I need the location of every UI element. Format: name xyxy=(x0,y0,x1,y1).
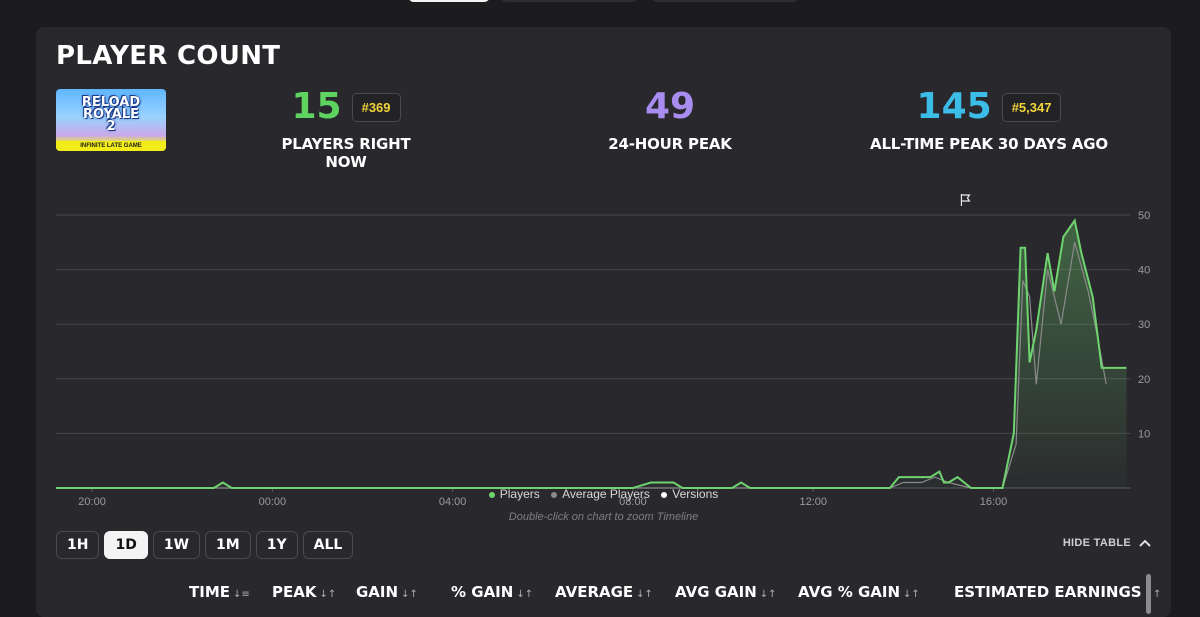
range-button-1h[interactable]: 1H xyxy=(56,531,100,559)
column-header-time[interactable]: TIME ↓≡ xyxy=(189,583,250,601)
peak-24h-value: 49 xyxy=(644,86,696,127)
player-count-chart[interactable]: 10 20 30 40 50 20:00 00:00 04:00 08:00 12:00 16:00 xyxy=(56,182,1161,527)
players-now-label: PLAYERS RIGHT NOW xyxy=(281,135,411,171)
table-column-headers: TIME ↓≡ PEAK ↓↑ GAIN ↓↑ % GAIN ↓↑ AVERAGE ↓↑ … xyxy=(36,583,1171,603)
game-thumbnail[interactable]: RELOAD ROYALE 2 INFINITE LATE GAME xyxy=(56,89,166,151)
chart-legend: Players Average Players Versions xyxy=(36,487,1171,501)
stat-all-time-peak: 145 #5,347 ALL-TIME PEAK 30 DAYS AGO xyxy=(869,86,1109,154)
legend-average-players[interactable]: Average Players xyxy=(551,487,650,501)
thumbnail-subtitle: INFINITE LATE GAME xyxy=(56,141,166,151)
hide-table-label: HIDE TABLE xyxy=(1062,537,1131,549)
chart-svg[interactable]: 102030405020:00 00:00 04:00 08:00 12:00 16:00 xyxy=(56,182,1161,527)
sort-icon: ↓↑ xyxy=(636,589,653,600)
y-tick-label: 40 xyxy=(1138,265,1150,277)
top-tab-1[interactable] xyxy=(408,0,490,2)
all-time-peak-value: 145 xyxy=(916,86,992,127)
all-time-rank-badge: #5,347 xyxy=(1001,92,1062,122)
sort-icon: ↓↑ xyxy=(903,589,920,600)
range-button-all[interactable]: ALL xyxy=(302,531,354,559)
column-header-avg-percent-gain[interactable]: AVG % GAIN ↓↑ xyxy=(798,583,920,601)
legend-average-dot xyxy=(551,491,558,498)
table-scrollbar[interactable] xyxy=(1146,574,1151,614)
range-button-1y[interactable]: 1Y xyxy=(255,531,298,559)
zoom-hint: Double-click on chart to zoom Timeline xyxy=(508,511,699,523)
series-line-players xyxy=(56,218,1127,489)
top-tab-3[interactable] xyxy=(651,0,799,2)
range-button-1m[interactable]: 1M xyxy=(205,531,251,559)
column-header-avg-gain[interactable]: AVG GAIN ↓↑ xyxy=(675,583,777,601)
chevron-up-icon xyxy=(1139,539,1151,547)
stat-players-now: 15 #369 PLAYERS RIGHT NOW xyxy=(261,86,431,172)
range-button-1d[interactable]: 1D xyxy=(104,531,148,559)
y-tick-label: 10 xyxy=(1138,428,1150,440)
column-header-gain[interactable]: GAIN ↓↑ xyxy=(356,583,418,601)
players-area xyxy=(56,220,1127,488)
y-tick-label: 50 xyxy=(1138,210,1150,222)
range-button-1w[interactable]: 1W xyxy=(152,531,201,559)
legend-versions[interactable]: Versions xyxy=(661,487,718,501)
players-now-value: 15 xyxy=(291,86,342,127)
range-selector: 1H 1D 1W 1M 1Y ALL xyxy=(56,531,354,559)
legend-players-dot xyxy=(488,491,495,498)
sort-icon: ↓↑ xyxy=(759,589,777,600)
card-title: PLAYER COUNT xyxy=(56,41,281,71)
all-time-peak-label: ALL-TIME PEAK 30 DAYS AGO xyxy=(870,135,1108,153)
stat-24h-peak: 49 24-HOUR PEAK xyxy=(585,86,755,154)
peak-24h-label: 24-HOUR PEAK xyxy=(608,135,732,153)
column-header-average[interactable]: AVERAGE ↓↑ xyxy=(555,583,653,601)
flag-icon xyxy=(960,194,971,206)
sort-icon: ↓↑ xyxy=(401,589,418,600)
players-now-rank-badge: #369 xyxy=(351,92,401,122)
column-header-estimated-earnings[interactable]: ESTIMATED EARNINGS ↓↑ xyxy=(954,583,1161,601)
legend-players[interactable]: Players xyxy=(488,487,540,501)
sort-icon: ↓↑ xyxy=(516,589,534,600)
y-tick-label: 30 xyxy=(1138,319,1150,331)
hide-table-toggle[interactable]: HIDE TABLE xyxy=(1063,537,1151,549)
sort-icon: ↓↑ xyxy=(319,589,337,600)
player-count-card: PLAYER COUNT RELOAD ROYALE 2 INFINITE LA… xyxy=(36,27,1171,617)
sort-desc-icon: ↓≡ xyxy=(233,589,250,600)
series-line-average-players xyxy=(56,242,1107,489)
top-tab-2[interactable] xyxy=(500,0,638,2)
legend-versions-dot xyxy=(661,491,668,498)
column-header-peak[interactable]: PEAK ↓↑ xyxy=(272,583,336,601)
thumbnail-title: RELOAD ROYALE 2 xyxy=(81,95,141,134)
y-tick-label: 20 xyxy=(1138,374,1150,386)
column-header-percent-gain[interactable]: % GAIN ↓↑ xyxy=(451,583,533,601)
